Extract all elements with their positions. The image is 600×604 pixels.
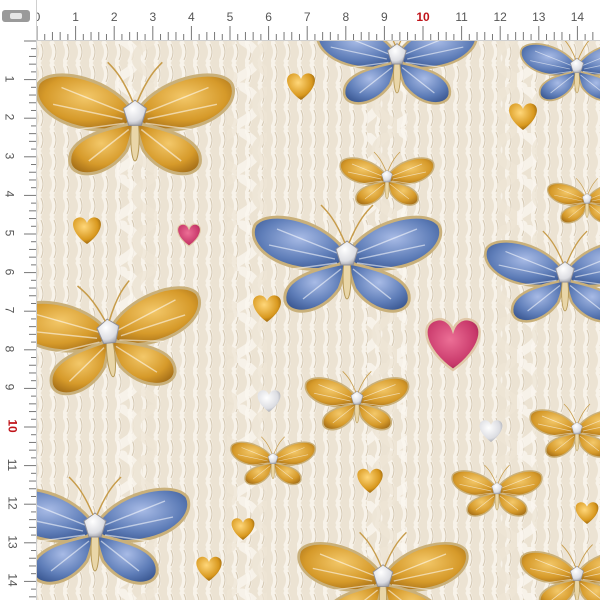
- ruler-left-label: 9: [2, 384, 17, 391]
- ruler-top-label: 10: [416, 10, 430, 24]
- fabric-image: [37, 41, 600, 600]
- ruler-left-label: 10: [5, 419, 20, 433]
- ruler-top-label: 9: [381, 10, 388, 24]
- ruler-left-label: 8: [2, 345, 17, 353]
- ruler-top-label: 2: [110, 10, 118, 24]
- cable-stripe: [227, 41, 267, 600]
- ruler-top-label: 11: [455, 10, 468, 24]
- ruler-top-label: 5: [226, 10, 234, 24]
- ruler-top-label: 6: [265, 10, 272, 24]
- cable-stripe: [367, 41, 407, 600]
- ruler-top-ticks: [36, 26, 594, 40]
- ruler-top-label: 7: [303, 10, 311, 24]
- ruler-top-label: 8: [342, 10, 350, 24]
- ruler-left-label: 11: [5, 458, 20, 471]
- ruler-left-label: 3: [2, 152, 17, 160]
- ruler-left-label: 5: [2, 229, 17, 237]
- ruler-clip-icon: [2, 10, 30, 22]
- ruler-top-label: 14: [570, 10, 585, 24]
- ruler-left: 1 2 3 4 5 6 7 8 9 10 11 12 13 14: [0, 0, 37, 600]
- ruler-corner: [0, 0, 36, 40]
- ruler-left-label: 14: [5, 573, 20, 588]
- ruler-top-label: 1: [72, 10, 79, 24]
- ruler-top-label: 4: [188, 10, 195, 24]
- ruler-left-label: 12: [5, 496, 20, 510]
- ruler-top-label: 3: [149, 10, 157, 24]
- ruler-top-label: 13: [532, 10, 546, 24]
- fabric-artwork: [37, 41, 600, 600]
- ruler-left-ticks: [24, 40, 36, 598]
- ruler-left-label: 13: [5, 535, 20, 549]
- ruler-left-label: 2: [2, 113, 17, 121]
- ruler-left-label: 1: [2, 75, 17, 82]
- ruler-left-label: 6: [2, 268, 17, 275]
- ruler-left-label: 4: [2, 191, 17, 198]
- ruler-left-label: 7: [2, 306, 17, 314]
- ruler-top-label: 12: [493, 10, 507, 24]
- ruler-top: 0 1 2 3 4 5 6 7 8 9 10 11 12 13 14: [0, 0, 600, 41]
